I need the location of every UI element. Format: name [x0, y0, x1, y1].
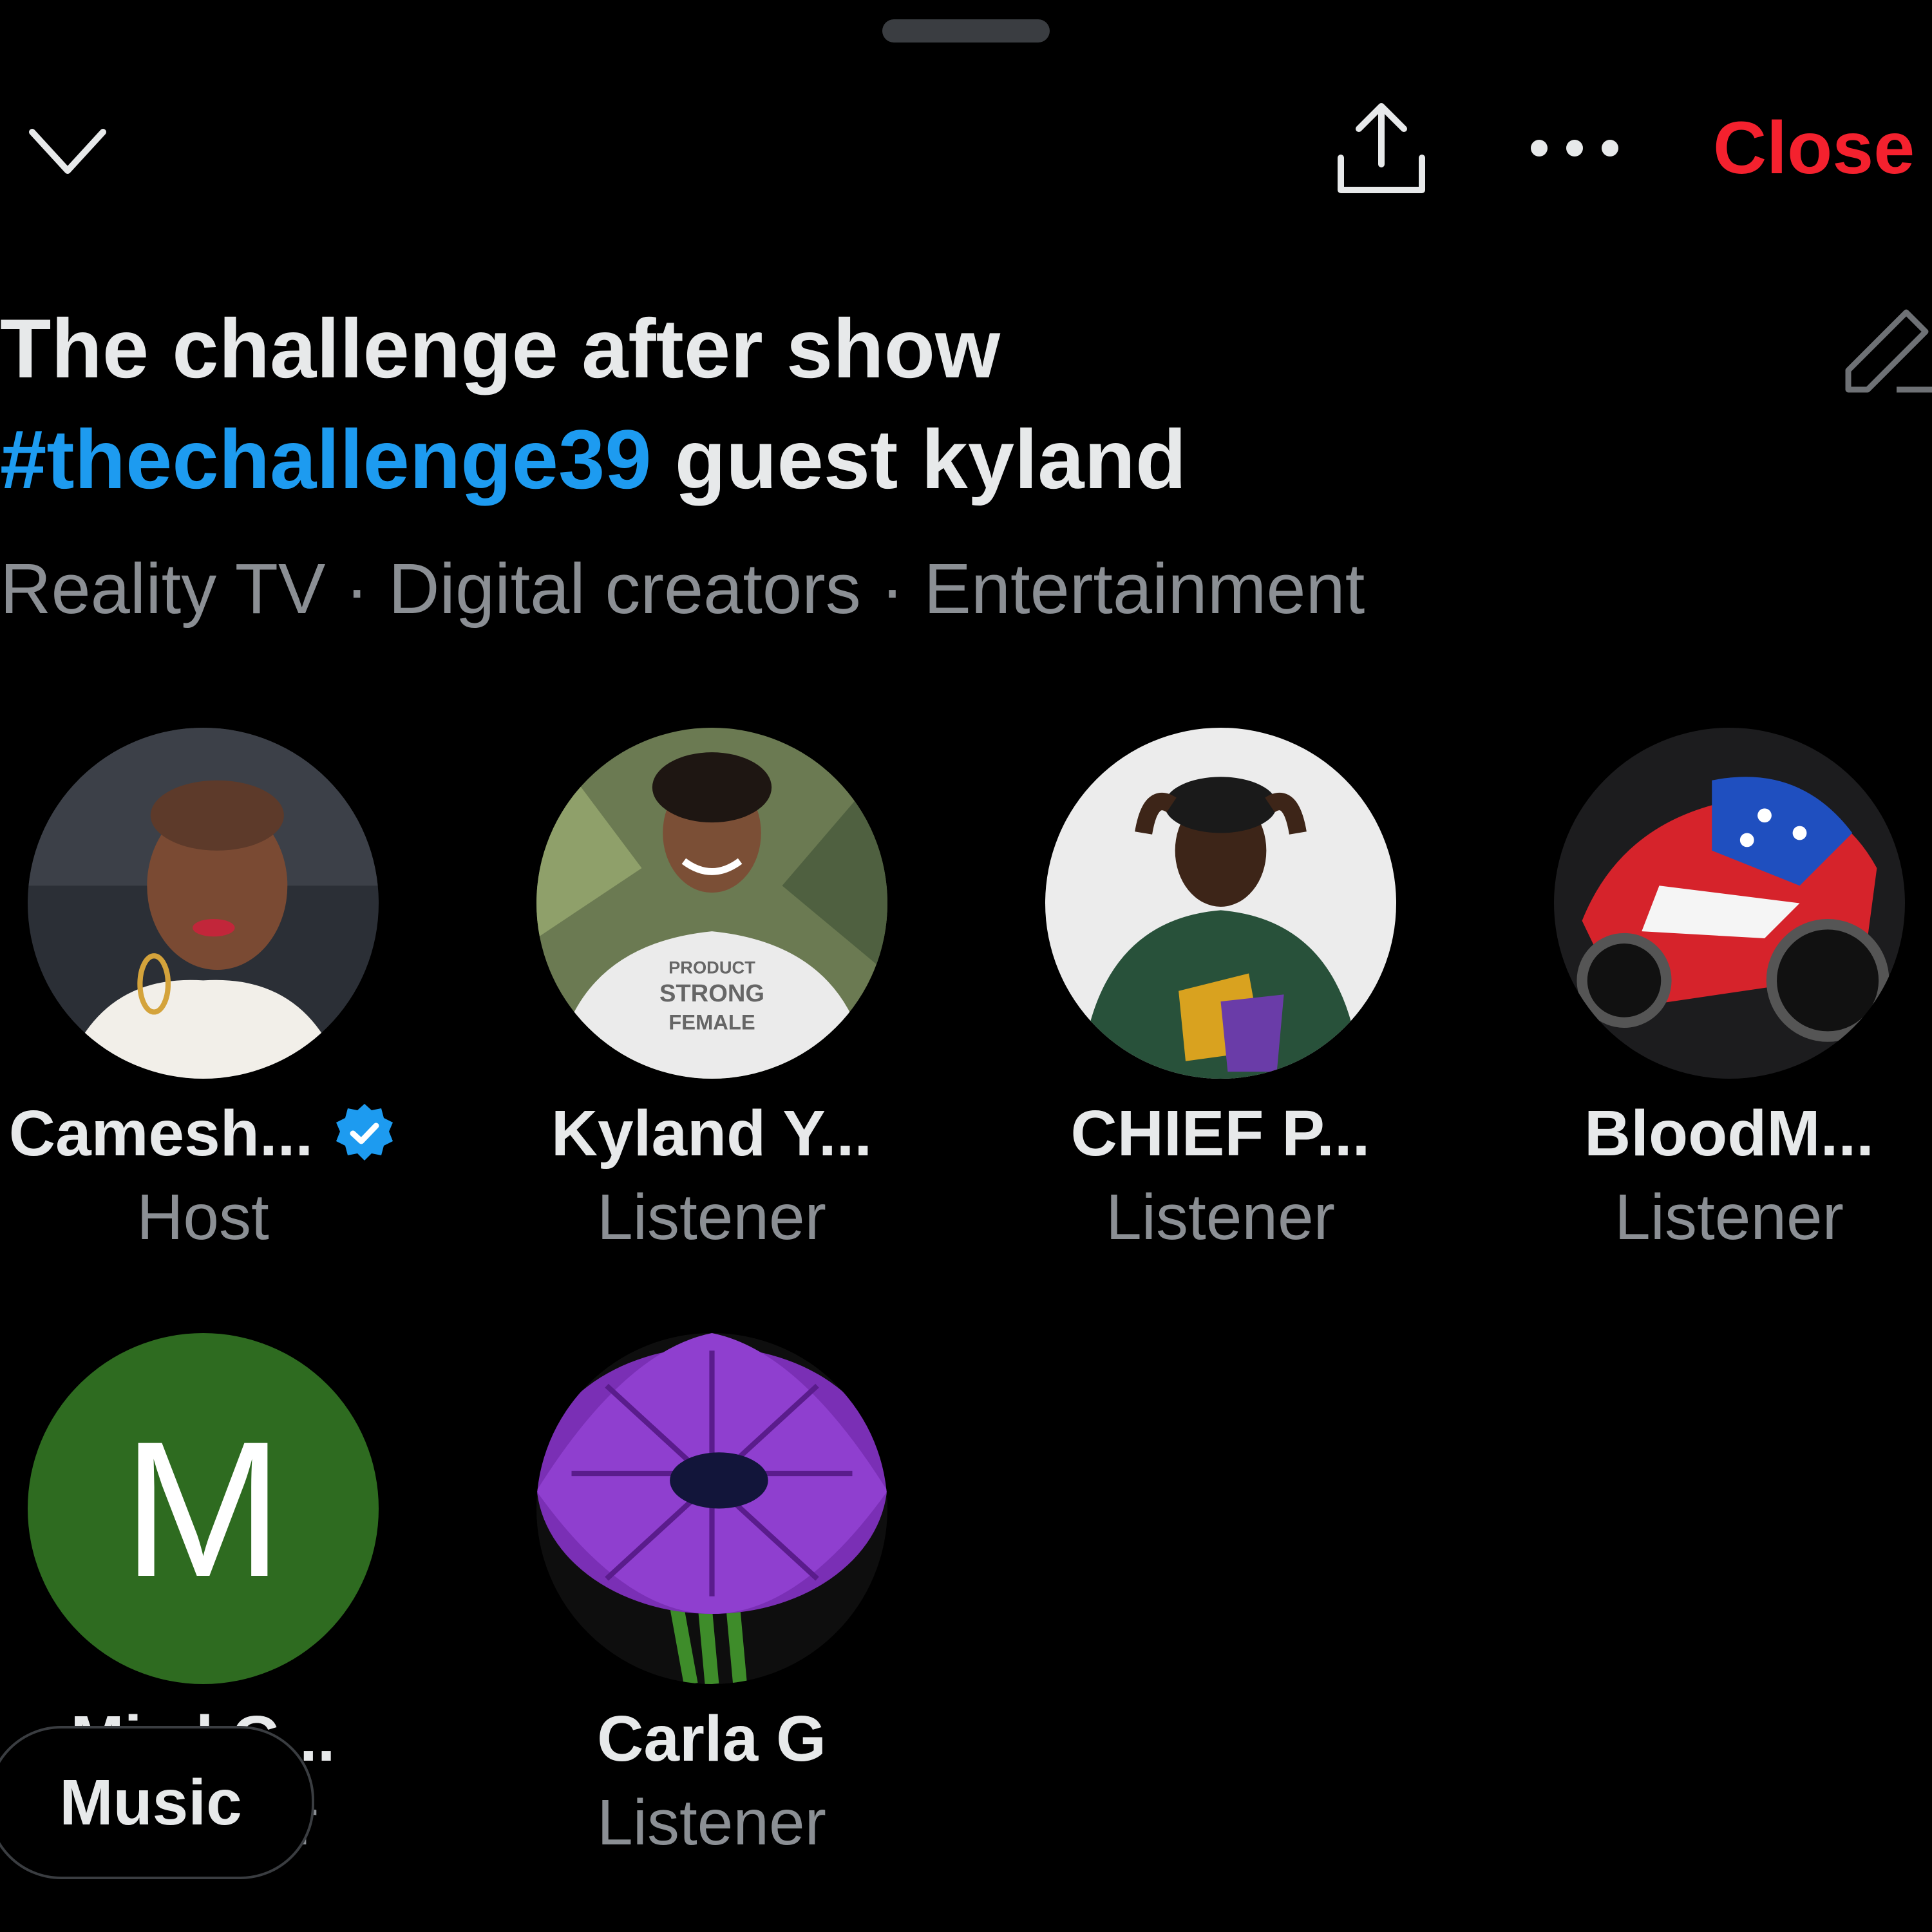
space-topics: Reality TV · Digital creators · Entertai… [0, 549, 1365, 629]
participant-tile[interactable]: PRODUCT STRONG FEMALE Kyland Y... Listen… [486, 728, 937, 1259]
chevron-down-icon[interactable] [13, 109, 122, 193]
edit-pencil-icon[interactable] [1835, 299, 1932, 402]
sheet-grabber-handle[interactable] [882, 19, 1050, 43]
avatar: PRODUCT STRONG FEMALE [536, 728, 887, 1079]
participant-name: Kyland Y... [551, 1097, 873, 1170]
participant-name: CHIEF P... [1070, 1097, 1370, 1170]
share-icon[interactable] [1323, 93, 1439, 203]
avatar [1553, 728, 1905, 1079]
participant-role: Listener [1615, 1181, 1844, 1253]
svg-text:PRODUCT: PRODUCT [668, 958, 755, 978]
participant-name: Camesh... [8, 1097, 314, 1170]
music-button[interactable]: Music [0, 1726, 314, 1879]
participant-name: BloodM... [1584, 1097, 1874, 1170]
participant-tile[interactable]: CHIEF P... Listener [995, 728, 1446, 1259]
participant-role: Listener [597, 1786, 826, 1859]
participant-role: Host [137, 1181, 269, 1253]
participant-role: Listener [1106, 1181, 1335, 1253]
title-line-2: guest kyland [651, 412, 1187, 506]
avatar [27, 728, 379, 1079]
participant-tile[interactable]: Carla G Listener [486, 1333, 937, 1864]
avatar: M [27, 1333, 379, 1684]
svg-text:STRONG: STRONG [659, 980, 764, 1007]
verified-badge-icon [332, 1101, 397, 1166]
close-button[interactable]: Close [1713, 106, 1915, 190]
title-line-1: The challenge after show [0, 301, 1001, 395]
hashtag-link[interactable]: #thechallenge39 [0, 412, 652, 506]
space-title: The challenge after show #thechallenge39… [0, 293, 1417, 515]
more-icon[interactable] [1517, 122, 1633, 174]
participant-tile[interactable]: Camesh... Host [0, 728, 428, 1259]
participant-role: Listener [597, 1181, 826, 1253]
participant-tile[interactable]: BloodM... Listener [1504, 728, 1932, 1259]
participant-name: Carla G [597, 1703, 826, 1775]
avatar [536, 1333, 887, 1684]
svg-text:FEMALE: FEMALE [668, 1010, 755, 1034]
avatar [1045, 728, 1396, 1079]
